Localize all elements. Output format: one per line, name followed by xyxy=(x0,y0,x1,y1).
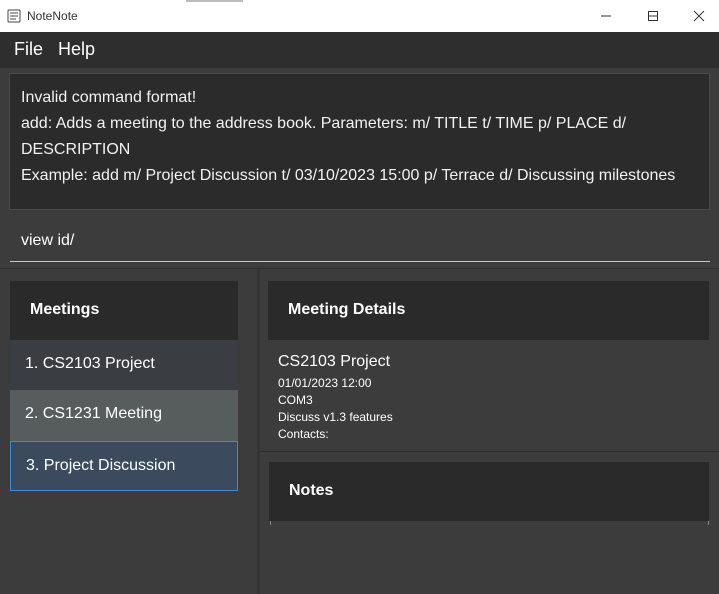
meeting-list-item-selected[interactable]: 3. Project Discussion xyxy=(10,441,238,491)
meetings-title: Meetings xyxy=(30,301,100,318)
notes-title: Notes xyxy=(289,482,334,499)
app-icon xyxy=(7,9,21,23)
menu-bar xyxy=(0,32,719,68)
meeting-place: COM3 xyxy=(278,393,313,407)
result-line: DESCRIPTION xyxy=(21,141,131,158)
panel-splitter[interactable] xyxy=(257,269,260,594)
result-display: Invalid command format! add: Adds a meet… xyxy=(9,73,710,210)
command-input[interactable] xyxy=(10,220,710,262)
result-line: add: Adds a meeting to the address book.… xyxy=(21,115,627,132)
meeting-contacts: Contacts: xyxy=(278,427,329,441)
meeting-details-title: Meeting Details xyxy=(288,301,406,318)
meeting-item-label: 2. CS1231 Meeting xyxy=(25,405,162,422)
notes-border-mark xyxy=(708,521,709,525)
meeting-list-item[interactable]: 2. CS1231 Meeting xyxy=(10,390,238,441)
minimize-icon xyxy=(601,15,611,17)
meeting-time: 01/01/2023 12:00 xyxy=(278,376,372,390)
notes-header xyxy=(269,462,709,521)
close-button[interactable] xyxy=(676,0,719,32)
details-divider xyxy=(260,451,719,452)
close-icon xyxy=(693,10,705,22)
menu-help[interactable]: Help xyxy=(58,39,95,60)
meeting-item-label: 3. Project Discussion xyxy=(26,457,176,474)
title-bar-accent xyxy=(186,0,243,2)
result-line: Example: add m/ Project Discussion t/ 03… xyxy=(21,167,676,184)
meeting-list-item[interactable]: 1. CS2103 Project xyxy=(10,340,238,390)
maximize-button[interactable] xyxy=(630,0,676,32)
meeting-description: Discuss v1.3 features xyxy=(278,410,393,424)
result-line: Invalid command format! xyxy=(21,89,197,106)
notes-border-mark xyxy=(270,521,271,525)
meeting-item-label: 1. CS2103 Project xyxy=(25,355,155,372)
meeting-name: CS2103 Project xyxy=(278,353,391,370)
window-title: NoteNote xyxy=(27,9,78,23)
maximize-icon xyxy=(648,11,658,21)
minimize-button-area[interactable] xyxy=(583,0,629,32)
menu-file[interactable]: File xyxy=(14,39,43,60)
